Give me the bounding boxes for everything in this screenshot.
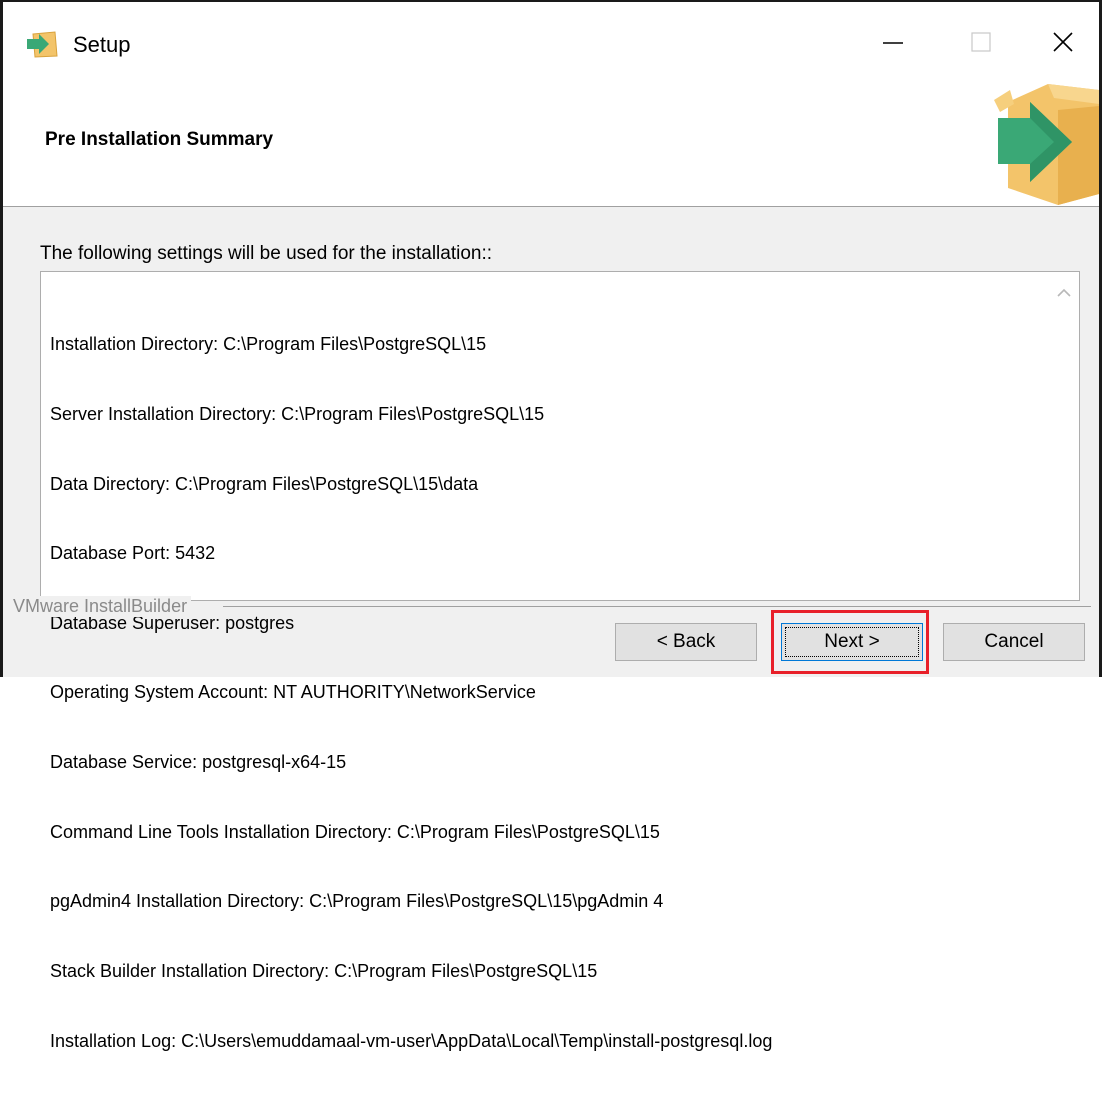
branding-label: VMware InstallBuilder xyxy=(13,596,192,617)
installer-box-graphic xyxy=(988,84,1099,205)
focus-ring xyxy=(785,627,919,657)
summary-line: Stack Builder Installation Directory: C:… xyxy=(50,960,598,981)
installer-box-icon xyxy=(25,30,59,58)
wizard-content: The following settings will be used for … xyxy=(3,207,1099,1051)
wizard-header: Pre Installation Summary xyxy=(3,84,1099,207)
minimize-button[interactable] xyxy=(863,16,923,72)
page-title: Pre Installation Summary xyxy=(45,129,274,150)
back-button[interactable]: < Back xyxy=(615,623,757,661)
summary-textbox[interactable]: Installation Directory: C:\Program Files… xyxy=(40,271,1080,1051)
summary-line: pgAdmin4 Installation Directory: C:\Prog… xyxy=(50,891,664,912)
vertical-scrollbar[interactable] xyxy=(1049,272,1079,600)
close-button[interactable] xyxy=(1033,16,1093,72)
summary-line: Database Service: postgresql-x64-15 xyxy=(50,752,347,773)
maximize-icon xyxy=(969,30,993,59)
close-icon xyxy=(1051,30,1075,59)
chevron-up-icon[interactable] xyxy=(1056,286,1072,298)
summary-line: Server Installation Directory: C:\Progra… xyxy=(50,404,545,425)
intro-text: The following settings will be used for … xyxy=(40,243,493,264)
summary-line: Data Directory: C:\Program Files\Postgre… xyxy=(50,473,479,494)
window-title: Setup xyxy=(73,32,131,57)
minimize-icon xyxy=(881,30,905,59)
cancel-button[interactable]: Cancel xyxy=(943,623,1085,661)
title-bar[interactable]: Setup xyxy=(3,2,1099,84)
summary-line: Command Line Tools Installation Director… xyxy=(50,821,660,842)
summary-line: Installation Log: C:\Users\emuddamaal-vm… xyxy=(50,1030,773,1051)
summary-lines: Installation Directory: C:\Program Files… xyxy=(50,287,772,1099)
summary-line: Installation Directory: C:\Program Files… xyxy=(50,334,487,355)
next-button[interactable]: Next > xyxy=(781,623,923,661)
maximize-button[interactable] xyxy=(951,16,1011,72)
summary-line: Database Port: 5432 xyxy=(50,543,216,564)
summary-line: Operating System Account: NT AUTHORITY\N… xyxy=(50,682,536,703)
footer-divider xyxy=(223,606,1091,607)
